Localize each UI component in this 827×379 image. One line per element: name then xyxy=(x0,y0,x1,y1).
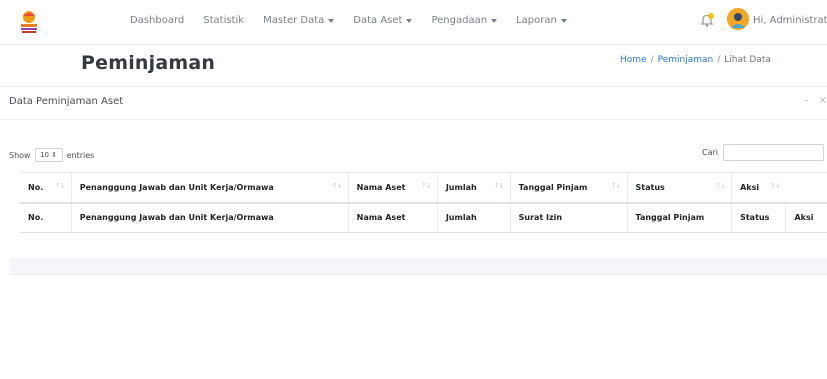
nav-label: Laporan xyxy=(516,15,557,26)
nav-master-data[interactable]: Master Data xyxy=(263,15,335,26)
nav-label: Statistik xyxy=(203,15,245,26)
col-header-nama-aset[interactable]: Nama Aset ↑↓ xyxy=(347,172,438,204)
breadcrumb-separator: / xyxy=(717,55,721,65)
nav-label: Pengadaan xyxy=(431,15,488,26)
col-header-no[interactable]: No. ↑↓ xyxy=(20,172,72,204)
caret-down-icon xyxy=(328,18,335,23)
user-avatar-icon[interactable] xyxy=(727,8,749,30)
app-logo[interactable] xyxy=(17,9,41,35)
entries-value: 10 xyxy=(40,151,49,159)
table-footer-row: No. Penanggung Jawab dan Unit Kerja/Orma… xyxy=(20,202,827,233)
foot-aksi: Aksi xyxy=(785,202,827,233)
select-arrows-icon: ⇕ xyxy=(51,151,58,159)
col-header-jumlah[interactable]: Jumlah ↑↓ xyxy=(436,172,511,204)
top-navbar: Dashboard Statistik Master Data Data Ase… xyxy=(0,0,827,45)
nav-data-aset[interactable]: Data Aset xyxy=(353,15,413,26)
entries-select[interactable]: 10 ⇕ xyxy=(34,148,63,162)
show-entries-control: Show 10 ⇕ entries xyxy=(9,148,94,162)
card-tools: – × xyxy=(804,95,827,106)
col-label: Tanggal Pinjam xyxy=(518,182,588,192)
peminjaman-table: No. ↑↓ Penanggung Jawab dan Unit Kerja/Or… xyxy=(20,172,827,233)
entries-label: entries xyxy=(66,150,95,160)
nav-laporan[interactable]: Laporan xyxy=(516,15,567,26)
breadcrumb-separator: / xyxy=(650,55,654,65)
caret-down-icon xyxy=(560,18,567,23)
page-title: Peminjaman xyxy=(81,52,216,74)
col-header-status[interactable]: Status ↑↓ xyxy=(626,172,732,204)
foot-jumlah: Jumlah xyxy=(436,202,511,233)
user-greeting[interactable]: Hi, Administrator xyxy=(753,15,827,26)
sort-icon: ↑↓ xyxy=(55,182,66,190)
search-label: Cari xyxy=(702,148,718,157)
sort-icon: ↑↓ xyxy=(770,182,781,190)
col-label: No. xyxy=(28,182,44,192)
nav-statistik[interactable]: Statistik xyxy=(203,15,244,26)
col-label: Nama Aset xyxy=(356,182,406,192)
breadcrumb-peminjaman[interactable]: Peminjaman xyxy=(658,55,714,65)
minimize-icon[interactable]: – xyxy=(804,95,809,106)
foot-no: No. xyxy=(20,202,72,233)
foot-penanggung-jawab: Penanggung Jawab dan Unit Kerja/Ormawa xyxy=(70,202,349,233)
breadcrumb-home[interactable]: Home xyxy=(620,55,647,65)
col-label: Jumlah xyxy=(445,182,477,192)
breadcrumb-current: Lihat Data xyxy=(724,55,771,65)
nav-label: Master Data xyxy=(263,15,325,26)
close-icon[interactable]: × xyxy=(819,95,827,106)
caret-down-icon xyxy=(491,18,498,23)
search-control: Cari xyxy=(702,144,824,161)
caret-down-icon xyxy=(406,18,413,23)
foot-nama-aset: Nama Aset xyxy=(347,202,438,233)
col-header-penanggung-jawab[interactable]: Penanggung Jawab dan Unit Kerja/Ormawa ↑↓ xyxy=(70,172,349,204)
col-label: Aksi xyxy=(740,182,760,192)
foot-tanggal-pinjam: Tanggal Pinjam xyxy=(626,202,732,233)
breadcrumb: Home / Peminjaman / Lihat Data xyxy=(620,55,771,65)
search-input[interactable] xyxy=(723,144,824,161)
sort-icon: ↑↓ xyxy=(421,182,432,190)
sort-icon: ↑↓ xyxy=(331,182,343,190)
nav-dashboard[interactable]: Dashboard xyxy=(130,15,184,26)
main-nav: Dashboard Statistik Master Data Data Ase… xyxy=(130,15,586,26)
nav-label: Data Aset xyxy=(353,15,403,26)
col-label: Status xyxy=(635,182,665,192)
show-label: Show xyxy=(9,150,31,160)
card-title: Data Peminjaman Aset xyxy=(9,96,124,107)
card-header: Data Peminjaman Aset – × xyxy=(0,86,827,120)
table-header-row: No. ↑↓ Penanggung Jawab dan Unit Kerja/Or… xyxy=(20,172,827,204)
foot-surat-izin: Surat Izin xyxy=(509,202,628,233)
sort-icon: ↑↓ xyxy=(715,182,726,190)
card-footer-band xyxy=(10,258,827,275)
nav-label: Dashboard xyxy=(130,15,185,26)
sort-icon: ↑↓ xyxy=(493,182,505,190)
col-label: Penanggung Jawab dan Unit Kerja/Ormawa xyxy=(79,182,274,192)
nav-pengadaan[interactable]: Pengadaan xyxy=(431,15,498,26)
foot-status: Status xyxy=(731,202,786,233)
col-header-tanggal-pinjam[interactable]: Tanggal Pinjam ↑↓ xyxy=(509,172,628,204)
col-header-aksi[interactable]: Aksi ↑↓ xyxy=(731,172,827,204)
bell-icon[interactable] xyxy=(699,12,715,28)
sort-icon: ↑↓ xyxy=(610,182,622,190)
